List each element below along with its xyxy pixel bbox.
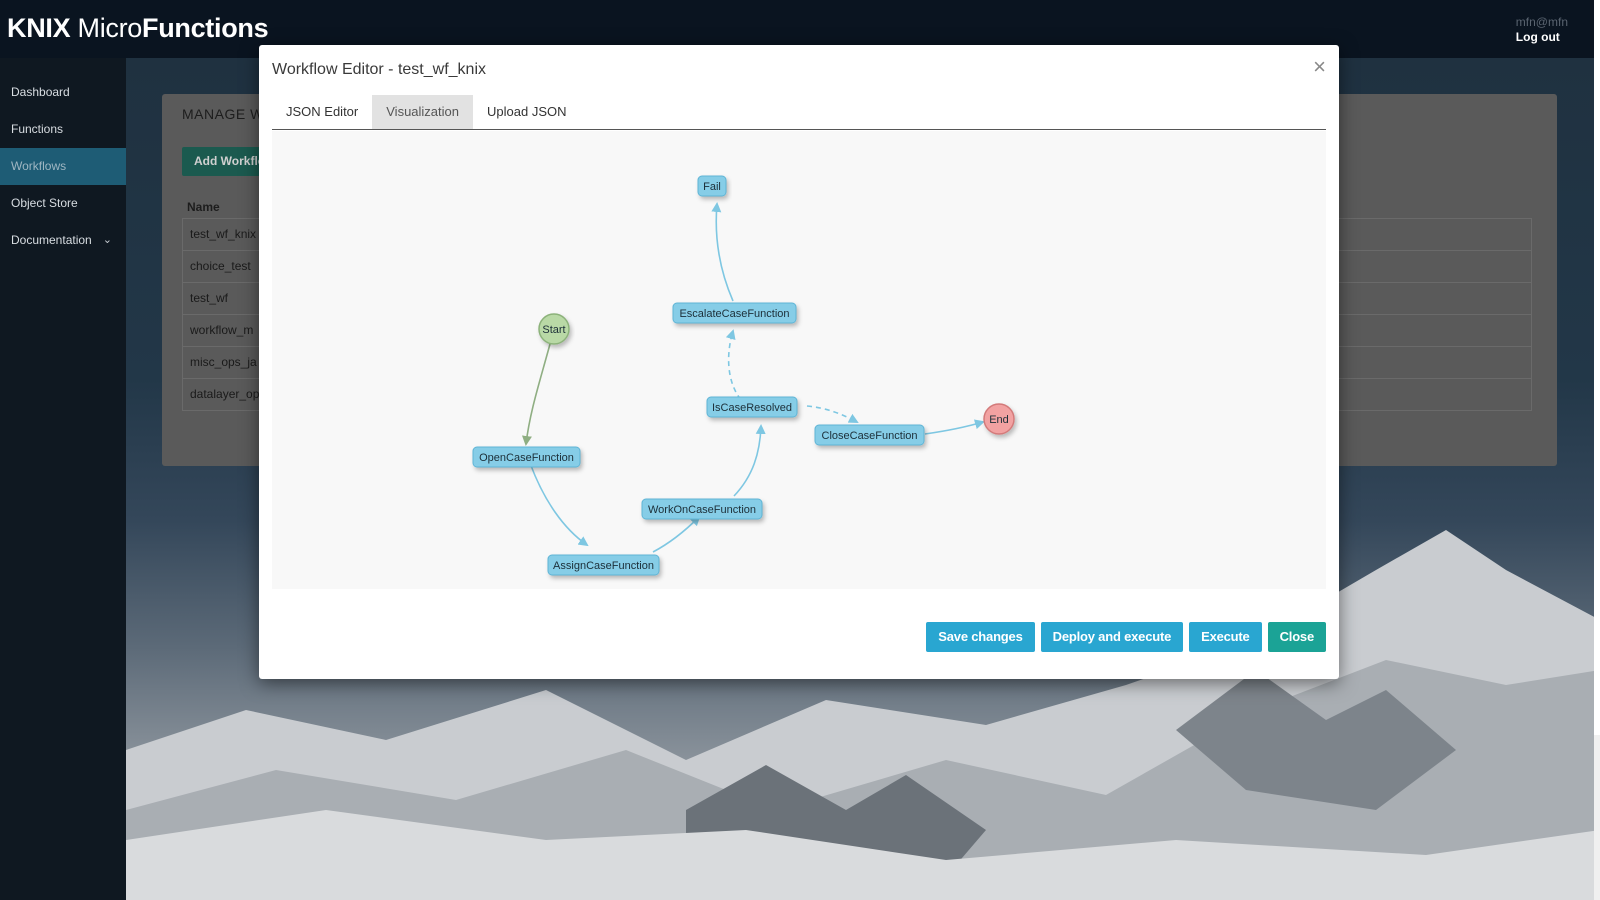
- sidebar-item-workflows[interactable]: Workflows: [0, 148, 126, 185]
- sidebar-item-functions[interactable]: Functions: [0, 111, 126, 148]
- editor-tabs: JSON Editor Visualization Upload JSON: [272, 95, 1326, 130]
- brand-part-knix: KNIX: [7, 13, 71, 43]
- username: mfn@mfn: [1515, 15, 1568, 29]
- brand-part-micro: Micro: [70, 13, 143, 43]
- tab-upload-json[interactable]: Upload JSON: [473, 95, 580, 129]
- node-label: OpenCaseFunction: [479, 452, 574, 464]
- edge-open-assign: [529, 462, 589, 547]
- edge-assign-work: [652, 515, 701, 553]
- modal-footer-buttons: Save changes Deploy and execute Execute Clo…: [920, 622, 1326, 652]
- node-close-case-function[interactable]: CloseCaseFunction: [814, 424, 925, 446]
- sidebar-item-label: Object Store: [11, 196, 78, 210]
- node-assign-case-function[interactable]: AssignCaseFunction: [547, 554, 660, 576]
- tab-json-editor[interactable]: JSON Editor: [272, 95, 372, 129]
- name-column-header: Name: [187, 200, 220, 214]
- sidebar-item-label: Workflows: [11, 159, 67, 173]
- modal-title: Workflow Editor - test_wf_knix: [272, 61, 486, 78]
- user-box: mfn@mfn Log out: [1516, 15, 1568, 45]
- execute-button[interactable]: Execute: [1189, 622, 1262, 652]
- node-label: End: [989, 414, 1009, 426]
- node-start[interactable]: Start: [538, 313, 570, 345]
- chevron-down-icon: ⌄: [102, 234, 112, 246]
- node-fail[interactable]: Fail: [697, 175, 727, 197]
- node-label: AssignCaseFunction: [553, 560, 654, 572]
- brand-logo: KNIX MicroFunctions: [7, 13, 269, 44]
- workflow-graph: Start OpenCaseFunction AssignCaseFunctio…: [472, 175, 1015, 576]
- deploy-and-execute-button[interactable]: Deploy and execute: [1040, 622, 1184, 652]
- edge-escalate-fail: [711, 202, 734, 302]
- edge-start-open: [522, 343, 551, 446]
- sidebar: Dashboard Functions Workflows Object Sto…: [0, 58, 126, 900]
- node-escalate-case-function[interactable]: EscalateCaseFunction: [672, 302, 797, 324]
- node-label: CloseCaseFunction: [822, 430, 918, 442]
- save-changes-button[interactable]: Save changes: [926, 622, 1035, 652]
- edge-resolved-close: [806, 405, 859, 423]
- sidebar-item-dashboard[interactable]: Dashboard: [0, 74, 126, 111]
- sidebar-item-label: Documentation: [11, 233, 92, 247]
- node-label: IsCaseResolved: [712, 402, 792, 414]
- edge-work-resolved: [733, 424, 766, 497]
- edge-close-end: [924, 419, 985, 435]
- tab-visualization[interactable]: Visualization: [372, 95, 474, 129]
- edge-resolved-escalate: [725, 329, 748, 407]
- node-label: EscalateCaseFunction: [679, 308, 789, 320]
- panel-title: MANAGE W: [182, 106, 264, 122]
- node-is-case-resolved[interactable]: IsCaseResolved: [706, 396, 798, 418]
- node-label: WorkOnCaseFunction: [648, 504, 756, 516]
- close-button[interactable]: Close: [1267, 622, 1326, 652]
- node-work-on-case-function[interactable]: WorkOnCaseFunction: [641, 498, 763, 520]
- sidebar-item-label: Dashboard: [11, 85, 70, 99]
- sidebar-item-object-store[interactable]: Object Store: [0, 185, 126, 222]
- close-icon[interactable]: ×: [1313, 56, 1326, 78]
- node-label: Fail: [703, 181, 721, 193]
- sidebar-item-label: Functions: [11, 122, 64, 136]
- workflow-visualization[interactable]: Start OpenCaseFunction AssignCaseFunctio…: [272, 131, 1326, 589]
- scrollbar-thumb[interactable]: [1594, 0, 1600, 735]
- node-open-case-function[interactable]: OpenCaseFunction: [472, 446, 581, 468]
- sidebar-item-documentation[interactable]: Documentation ⌄: [0, 222, 126, 259]
- brand-part-functions: Functions: [142, 13, 269, 43]
- workflow-editor-modal: Workflow Editor - test_wf_knix × JSON Ed…: [259, 45, 1339, 679]
- node-end[interactable]: End: [983, 403, 1015, 435]
- node-label: Start: [542, 324, 565, 336]
- logout-link[interactable]: Log out: [1516, 30, 1568, 45]
